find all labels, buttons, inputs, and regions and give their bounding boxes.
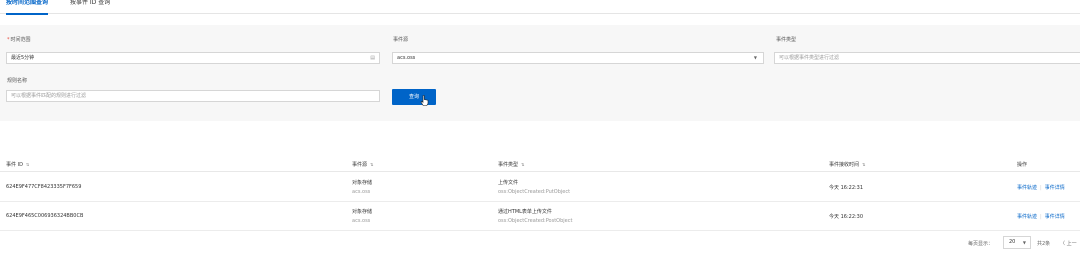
event-type-code: oss:ObjectCreated:PutObject bbox=[498, 189, 571, 195]
time-range-value: 最近5分钟 bbox=[11, 55, 35, 61]
event-source-name: 对象存储 bbox=[352, 209, 373, 215]
event-source-select[interactable]: acs.oss ▼ bbox=[392, 52, 764, 64]
event-type-placeholder: 可以根据事件类型进行过滤 bbox=[779, 55, 840, 61]
hand-pointer-icon bbox=[420, 95, 429, 106]
page-size-select[interactable]: 20 ▼ bbox=[1003, 236, 1031, 249]
calendar-icon: ▤ bbox=[370, 55, 375, 61]
table-row: 624E9F465C006936324BB0CB 对象存储 acs.oss 通过… bbox=[0, 202, 1080, 231]
event-detail-link[interactable]: 事件详情 bbox=[1045, 185, 1065, 191]
sort-icon[interactable]: ⇅ bbox=[862, 162, 865, 167]
sort-icon[interactable]: ⇅ bbox=[521, 162, 524, 167]
sort-icon[interactable]: ⇅ bbox=[370, 162, 373, 167]
event-source-value: acs.oss bbox=[397, 55, 416, 61]
total-count: 共2条 bbox=[1037, 241, 1051, 247]
event-type-code: oss:ObjectCreated:PostObject bbox=[498, 218, 573, 224]
event-type-name: 通过HTML表单上传文件 bbox=[498, 209, 552, 215]
column-event-type[interactable]: 事件类型 ⇅ bbox=[498, 161, 524, 168]
divider: | bbox=[1040, 214, 1042, 220]
column-event-source[interactable]: 事件源 ⇅ bbox=[352, 161, 373, 168]
event-id-cell: 624E9F465C006936324BB0CB bbox=[6, 213, 84, 219]
page-size-label: 每页显示： bbox=[968, 241, 994, 247]
rule-name-input[interactable]: 可以根据事件匹配的规则进行过滤 bbox=[6, 90, 380, 102]
query-button[interactable]: 查询 bbox=[392, 89, 436, 105]
rule-name-label: 规则名称 bbox=[7, 78, 28, 84]
sort-icon[interactable]: ⇅ bbox=[26, 162, 29, 167]
time-range-label: *时间范围 bbox=[7, 37, 31, 43]
event-type-input[interactable]: 可以根据事件类型进行过滤 bbox=[774, 52, 1080, 64]
tab-event-id[interactable]: 按事件 ID 查询 bbox=[70, 0, 110, 14]
event-trace-link[interactable]: 事件轨迹 bbox=[1017, 185, 1037, 191]
filter-panel bbox=[0, 25, 1080, 121]
actions-cell: 事件轨迹 | 事件详情 bbox=[1017, 213, 1065, 220]
chevron-down-icon: ▼ bbox=[1022, 240, 1026, 245]
query-tabs: 按时间范围查询 按事件 ID 查询 bbox=[0, 0, 1080, 15]
column-event-id[interactable]: 事件 ID ⇅ bbox=[6, 161, 29, 168]
event-detail-link[interactable]: 事件详情 bbox=[1045, 214, 1065, 220]
column-actions: 操作 bbox=[1017, 162, 1028, 168]
page-size-value: 20 bbox=[1009, 239, 1016, 245]
table-row: 624E9F477CF8423335F7F659 对象存储 acs.oss 上传… bbox=[0, 173, 1080, 202]
event-id-cell: 624E9F477CF8423335F7F659 bbox=[6, 184, 82, 190]
event-time-cell: 今天 16:22:31 bbox=[829, 185, 864, 191]
event-time-cell: 今天 16:22:30 bbox=[829, 214, 864, 220]
event-source-label: 事件源 bbox=[393, 37, 409, 43]
event-type-label: 事件类型 bbox=[776, 37, 797, 43]
event-source-name: 对象存储 bbox=[352, 180, 373, 186]
chevron-down-icon: ▼ bbox=[753, 55, 757, 60]
prev-page-button[interactable]: 〈 上一 bbox=[1060, 240, 1077, 254]
tab-time-range[interactable]: 按时间范围查询 bbox=[6, 0, 49, 15]
table-header: 事件 ID ⇅ 事件源 ⇅ 事件类型 ⇅ 事件接收时间 ⇅ 操作 bbox=[0, 156, 1080, 172]
time-range-picker[interactable]: 最近5分钟 ▤ bbox=[6, 52, 380, 64]
divider: | bbox=[1040, 185, 1042, 191]
event-source-code: acs.oss bbox=[352, 218, 371, 224]
rule-name-placeholder: 可以根据事件匹配的规则进行过滤 bbox=[11, 93, 87, 99]
event-type-name: 上传文件 bbox=[498, 180, 519, 186]
column-receive-time[interactable]: 事件接收时间 ⇅ bbox=[829, 161, 865, 168]
actions-cell: 事件轨迹 | 事件详情 bbox=[1017, 184, 1065, 191]
event-source-code: acs.oss bbox=[352, 189, 371, 195]
event-trace-link[interactable]: 事件轨迹 bbox=[1017, 214, 1037, 220]
required-mark: * bbox=[7, 37, 10, 43]
